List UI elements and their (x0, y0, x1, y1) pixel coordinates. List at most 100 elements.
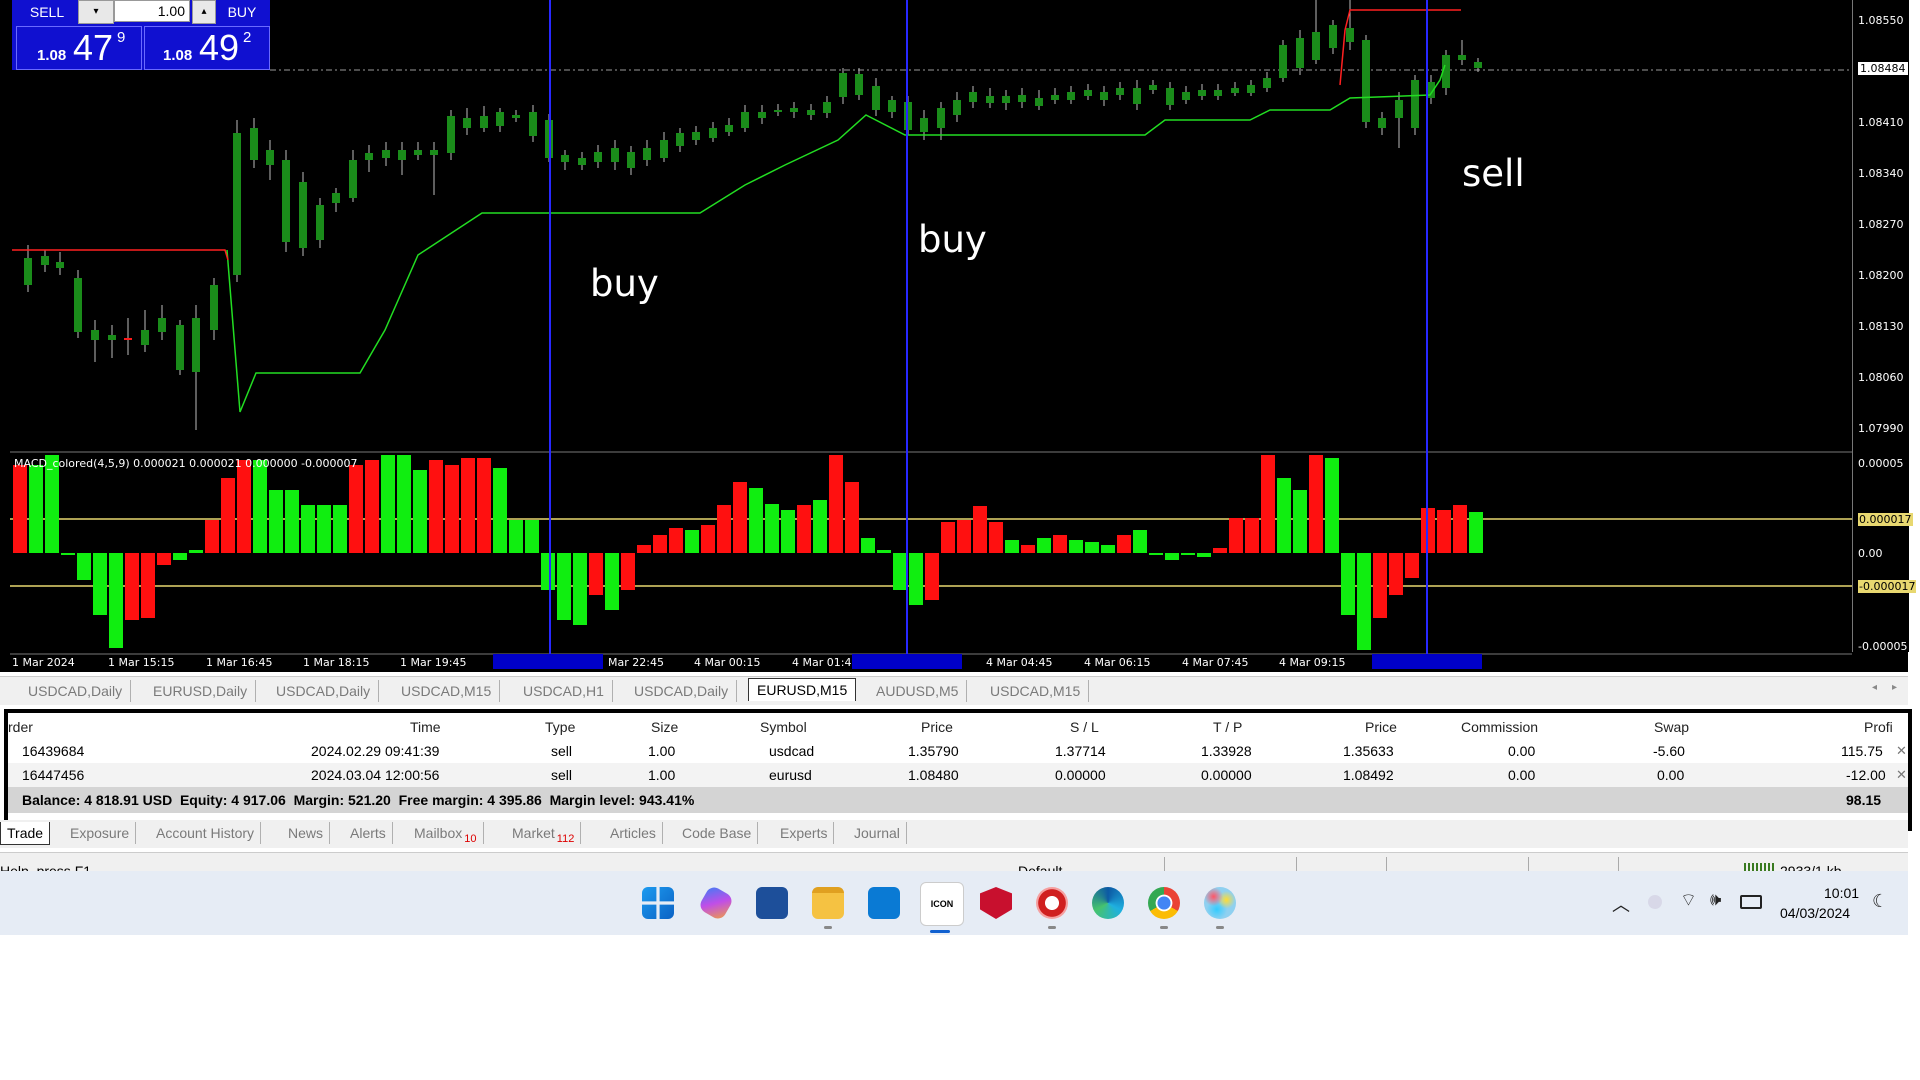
terminal-tab-trade[interactable]: Trade (0, 822, 51, 845)
buy-button[interactable]: BUY (216, 2, 268, 22)
vline-time-label (493, 654, 603, 669)
candle-body (365, 153, 373, 160)
lot-size-input[interactable] (114, 0, 190, 22)
table-row[interactable]: 16447456 2024.03.04 12:00:56 sell 1.00 e… (8, 763, 1908, 787)
candle-body (414, 150, 422, 155)
clock-date[interactable]: 04/03/2024 (1780, 905, 1850, 921)
tab-label: News (288, 825, 324, 841)
sell-button[interactable]: SELL (18, 2, 76, 22)
icon-app-icon[interactable]: ICON (920, 882, 964, 926)
macd-histogram-bar (1469, 512, 1483, 553)
candle-body (660, 140, 668, 158)
terminal-tab-exposure[interactable]: Exposure (64, 822, 137, 844)
tab-scroll-right-icon[interactable]: ▸ (1892, 682, 1897, 693)
candle-body (888, 100, 896, 112)
copilot-icon[interactable] (697, 884, 735, 922)
tray-app-icon[interactable] (1648, 895, 1662, 909)
col-header-price[interactable]: Price (921, 719, 953, 735)
macd-histogram-bar (1357, 553, 1371, 650)
candle-body (676, 133, 684, 146)
buy-price-box[interactable]: 1.08 49 2 (144, 26, 270, 70)
tab-scroll-left-icon[interactable]: ◂ (1872, 682, 1877, 693)
store-icon[interactable] (756, 887, 788, 919)
col-header-type[interactable]: Type (545, 719, 575, 735)
macd-histogram-bar (237, 460, 251, 553)
chart-tab[interactable]: EURUSD,Daily (145, 680, 257, 702)
terminal-tab-articles[interactable]: Articles (604, 822, 663, 844)
col-header-tp[interactable]: T / P (1213, 719, 1242, 735)
macd-histogram-bar (797, 505, 811, 553)
chart-tab-active[interactable]: EURUSD,M15 (748, 678, 857, 701)
notification-moon-icon[interactable]: ☾ (1872, 891, 1888, 912)
battery-icon[interactable] (1740, 895, 1762, 909)
green-trail-line (226, 64, 1446, 413)
col-header-current-price[interactable]: Price (1365, 719, 1397, 735)
lot-increase-button[interactable]: ▴ (192, 0, 216, 24)
col-header-symbol[interactable]: Symbol (760, 719, 807, 735)
chart-tab[interactable]: USDCAD,M15 (982, 680, 1090, 702)
macd-histogram-bar (845, 482, 859, 553)
terminal-tab-news[interactable]: News (282, 822, 331, 844)
terminal-tab-journal[interactable]: Journal (848, 822, 907, 844)
macd-histogram-bar (1453, 505, 1467, 553)
clock-time[interactable]: 10:01 (1824, 885, 1859, 901)
file-explorer-icon[interactable] (812, 887, 844, 919)
macd-histogram-bar (893, 553, 907, 590)
sell-price-sup: 9 (117, 29, 126, 46)
edge-icon[interactable] (1092, 887, 1124, 919)
candle-body (692, 132, 700, 140)
macd-histogram-bar (397, 455, 411, 553)
price-chart[interactable] (0, 0, 1852, 672)
col-header-order[interactable]: rder (8, 719, 33, 735)
macd-histogram-bar (701, 525, 715, 553)
terminal-tab-alerts[interactable]: Alerts (344, 822, 393, 844)
terminal-tab-experts[interactable]: Experts (774, 822, 835, 844)
lot-decrease-button[interactable]: ▾ (78, 0, 114, 24)
buy-price-small: 1.08 (163, 47, 193, 64)
col-header-commission[interactable]: Commission (1461, 719, 1538, 735)
terminal-tab-code-base[interactable]: Code Base (676, 822, 759, 844)
order-open-price: 1.35790 (908, 743, 959, 759)
chart-tab[interactable]: USDCAD,Daily (268, 680, 380, 702)
terminal-tab-account-history[interactable]: Account History (150, 822, 262, 844)
one-click-trade-panel: SELL ▾ ▴ BUY 1.08 47 9 1.08 49 2 (12, 0, 270, 70)
time-label: 1 Mar 2024 (12, 656, 75, 669)
order-time: 2024.02.29 09:41:39 (311, 743, 440, 759)
table-row[interactable]: 16439684 2024.02.29 09:41:39 sell 1.00 u… (8, 739, 1908, 763)
tab-label: Account History (156, 825, 255, 841)
candle-body (758, 112, 766, 118)
macd-histogram-bar (1197, 553, 1211, 557)
candle-body (937, 108, 945, 128)
app-red-icon[interactable] (1036, 887, 1068, 919)
mcafee-icon[interactable] (980, 887, 1012, 919)
show-hidden-icons-chevron-icon[interactable]: ︿ (1612, 891, 1630, 917)
macd-histogram-bar (877, 550, 891, 553)
terminal-tab-market[interactable]: Market 112 (506, 822, 582, 845)
chrome-icon[interactable] (1148, 887, 1180, 919)
close-order-icon[interactable]: ✕ (1896, 743, 1907, 759)
paint-icon[interactable] (1204, 887, 1236, 919)
chart-tab[interactable]: AUDUSD,M5 (868, 680, 968, 702)
chart-area[interactable]: SELL ▾ ▴ BUY 1.08 47 9 1.08 49 2 buy buy… (0, 0, 1917, 672)
wifi-icon[interactable]: ⌔ (1680, 889, 1697, 912)
col-header-profit[interactable]: Profi (1864, 719, 1893, 735)
chart-tab[interactable]: USDCAD,H1 (515, 680, 613, 702)
macd-histogram-bar (1133, 530, 1147, 553)
candle-body (349, 160, 357, 198)
app-blue-icon[interactable] (868, 887, 900, 919)
col-header-swap[interactable]: Swap (1654, 719, 1689, 735)
chart-tab[interactable]: USDCAD,M15 (393, 680, 501, 702)
volume-icon[interactable]: 🕪 (1710, 889, 1721, 910)
macd-histogram-bar (1261, 455, 1275, 553)
col-header-time[interactable]: Time (410, 719, 441, 735)
macd-histogram-bar (477, 458, 491, 553)
sell-price-box[interactable]: 1.08 47 9 (16, 26, 142, 70)
candle-body (1395, 100, 1403, 118)
chart-tab[interactable]: USDCAD,Daily (20, 680, 132, 702)
price-label: 1.08410 (1858, 116, 1904, 129)
chart-tab[interactable]: USDCAD,Daily (626, 680, 738, 702)
terminal-tab-mailbox[interactable]: Mailbox 10 (408, 822, 484, 845)
col-header-sl[interactable]: S / L (1070, 719, 1099, 735)
close-order-icon[interactable]: ✕ (1896, 767, 1907, 783)
col-header-size[interactable]: Size (651, 719, 678, 735)
